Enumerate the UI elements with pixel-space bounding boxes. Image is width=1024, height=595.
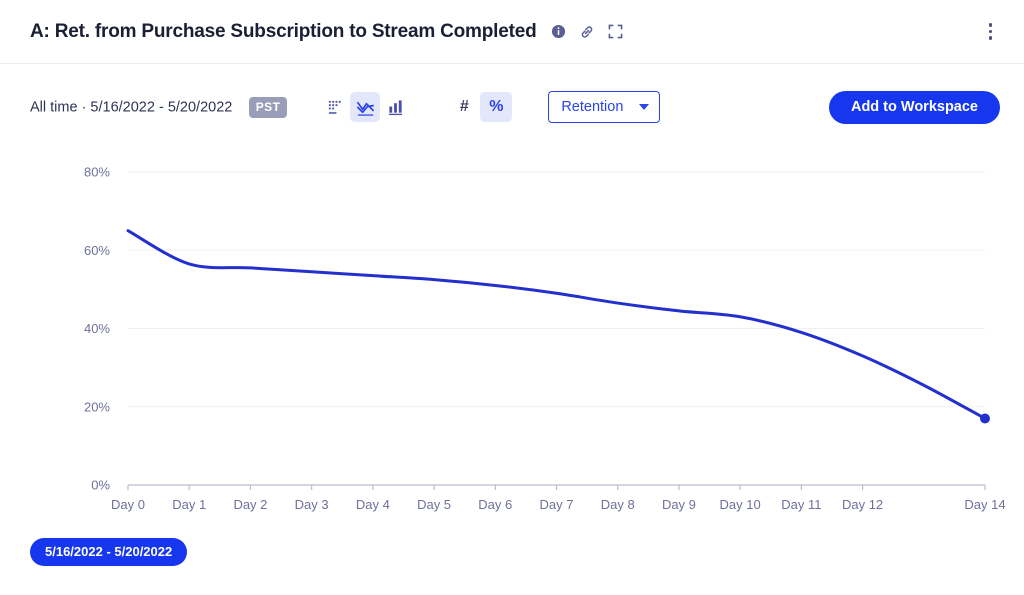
chart-toolbar: All time · 5/16/2022 - 5/20/2022 PST # %…: [0, 64, 1024, 150]
y-axis-labels: 0% 20% 40% 60% 80%: [84, 165, 110, 493]
chart-area: 0% 20% 40% 60% 80% Day 0 Day 1 Day 2 Day 3 Day 4…: [0, 150, 1024, 530]
svg-text:0%: 0%: [91, 478, 110, 493]
svg-text:Day 9: Day 9: [662, 497, 696, 512]
svg-text:Day 11: Day 11: [781, 497, 821, 512]
title-icon-group: [551, 24, 623, 40]
link-icon[interactable]: [579, 24, 595, 40]
date-range-summary: All time · 5/16/2022 - 5/20/2022 PST: [30, 96, 288, 118]
svg-text:Day 10: Day 10: [720, 497, 761, 512]
svg-text:20%: 20%: [84, 399, 110, 414]
retention-chart-panel: A: Ret. from Purchase Subscription to St…: [0, 0, 1024, 595]
line-chart-icon[interactable]: [350, 92, 381, 122]
chart-series: [126, 229, 990, 424]
svg-text:Day 8: Day 8: [601, 497, 635, 512]
chevron-down-icon: [639, 104, 650, 110]
svg-text:Day 0: Day 0: [111, 497, 145, 512]
svg-text:Day 14: Day 14: [964, 497, 1005, 512]
svg-text:80%: 80%: [84, 165, 110, 180]
table-chart-icon[interactable]: [320, 92, 350, 122]
svg-text:Day 7: Day 7: [540, 497, 574, 512]
svg-text:Day 2: Day 2: [233, 497, 267, 512]
percent-toggle[interactable]: %: [480, 92, 513, 122]
panel-header: A: Ret. from Purchase Subscription to St…: [0, 0, 1024, 64]
x-axis-line: [127, 484, 986, 490]
svg-text:Day 3: Day 3: [295, 497, 329, 512]
metric-dropdown-value: Retention: [561, 99, 624, 115]
metric-dropdown[interactable]: Retention: [548, 91, 661, 123]
svg-text:Day 12: Day 12: [842, 497, 883, 512]
svg-text:60%: 60%: [84, 243, 110, 258]
expand-icon[interactable]: [608, 24, 623, 39]
number-format-toggle-group: # %: [448, 92, 513, 122]
kebab-menu-icon[interactable]: [981, 19, 1001, 44]
x-axis-labels: Day 0 Day 1 Day 2 Day 3 Day 4 Day 5 Day 6 Day 7…: [111, 497, 1006, 512]
date-range-text: All time · 5/16/2022 - 5/20/2022: [30, 99, 233, 116]
svg-text:Day 1: Day 1: [172, 497, 206, 512]
chart-gridlines: [128, 171, 985, 408]
page-title: A: Ret. from Purchase Subscription to St…: [30, 20, 537, 42]
retention-line-chart[interactable]: 0% 20% 40% 60% 80% Day 0 Day 1 Day 2 Day 3 Day 4…: [0, 150, 1024, 530]
svg-text:Day 4: Day 4: [356, 497, 390, 512]
info-icon[interactable]: [551, 24, 566, 39]
chart-type-toggle-group: [320, 92, 410, 122]
svg-text:Day 6: Day 6: [478, 497, 512, 512]
bar-chart-icon[interactable]: [380, 92, 410, 122]
series-legend-pill[interactable]: 5/16/2022 - 5/20/2022: [30, 538, 188, 566]
svg-text:Day 5: Day 5: [417, 497, 451, 512]
absolute-number-toggle[interactable]: #: [448, 92, 480, 122]
svg-text:40%: 40%: [84, 321, 110, 336]
timezone-badge: PST: [248, 96, 288, 118]
add-to-workspace-button[interactable]: Add to Workspace: [828, 90, 1000, 124]
